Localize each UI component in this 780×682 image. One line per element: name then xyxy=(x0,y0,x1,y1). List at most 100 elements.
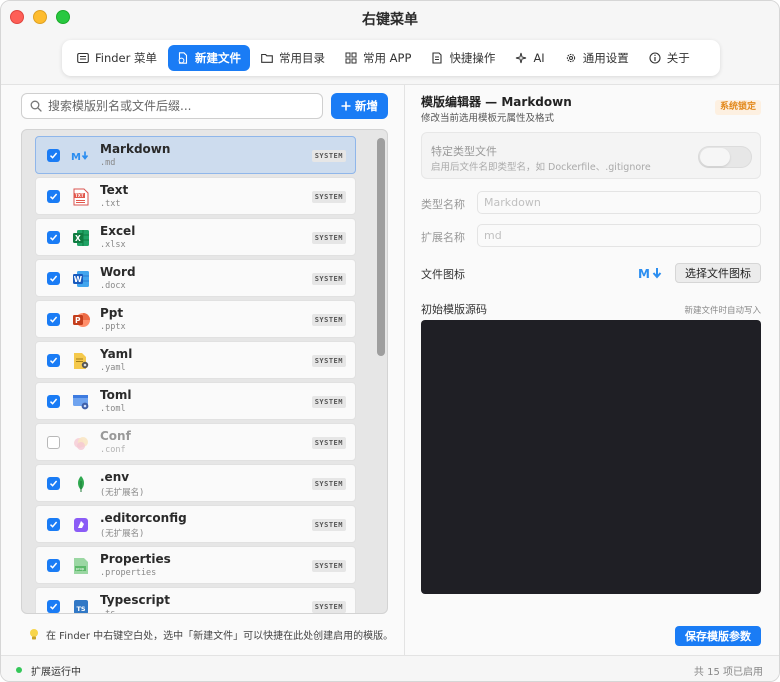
finder-menu-icon xyxy=(77,52,89,64)
source-label: 初始模版源码 xyxy=(421,303,487,316)
tab-folder[interactable]: 常用目录 xyxy=(252,45,334,71)
status-bar: 扩展运行中 共 15 项已启用 xyxy=(1,655,779,681)
specific-type-subtitle: 启用后文件名即类型名，如 Dockerfile、.gitignore xyxy=(431,162,651,173)
tab-label: Finder 菜单 xyxy=(95,51,158,65)
enable-checkbox[interactable] xyxy=(47,518,60,531)
word-icon: W xyxy=(71,269,91,289)
typescript-icon: TS xyxy=(71,597,91,613)
choose-file-icon-button[interactable]: 选择文件图标 xyxy=(675,263,761,283)
tab-label: 关于 xyxy=(666,51,690,65)
svg-text:TXT: TXT xyxy=(75,193,84,198)
properties-icon: prop xyxy=(71,556,91,576)
enable-checkbox[interactable] xyxy=(47,149,60,162)
apps-grid-icon xyxy=(345,52,357,64)
system-badge: SYSTEM xyxy=(311,232,346,244)
template-extension: .md xyxy=(100,158,116,168)
template-row[interactable]: .editorconfig (无扩展名) SYSTEM xyxy=(35,505,356,543)
folder-icon xyxy=(261,52,273,64)
app-window: 右键菜单 Finder 菜单 新建文件 常用目录 常用 APP 快捷操作 AI 通用设置 关于… xyxy=(0,0,780,682)
enabled-count: 共 15 项已启用 xyxy=(693,667,763,678)
env-leaf-icon xyxy=(71,474,91,494)
tab-info[interactable]: 关于 xyxy=(640,45,699,71)
search-input[interactable] xyxy=(48,99,308,113)
template-row[interactable]: M Markdown .md SYSTEM xyxy=(35,136,356,174)
system-badge: SYSTEM xyxy=(311,191,346,203)
svg-text:M: M xyxy=(71,152,81,162)
tab-label: 常用目录 xyxy=(279,51,326,65)
add-template-button[interactable]: 新增 xyxy=(331,93,388,119)
template-extension: .toml xyxy=(100,404,126,414)
template-row[interactable]: X Excel .xlsx SYSTEM xyxy=(35,218,356,256)
template-row[interactable]: prop Properties .properties SYSTEM xyxy=(35,546,356,584)
template-name: Typescript xyxy=(100,593,170,607)
template-row[interactable]: Toml .toml SYSTEM xyxy=(35,382,356,420)
yaml-icon xyxy=(71,351,91,371)
template-name: Markdown xyxy=(100,142,171,156)
editor-subtitle: 修改当前选用模板元属性及格式 xyxy=(421,113,555,124)
conf-icon xyxy=(71,433,91,453)
enable-checkbox[interactable] xyxy=(47,436,60,449)
tab-gear[interactable]: 通用设置 xyxy=(556,45,638,71)
template-row[interactable]: Conf .conf SYSTEM xyxy=(35,423,356,461)
enable-checkbox[interactable] xyxy=(47,600,60,613)
enable-checkbox[interactable] xyxy=(47,231,60,244)
info-icon xyxy=(649,52,661,64)
file-icon-label: 文件图标 xyxy=(421,268,465,281)
save-template-button[interactable]: 保存模版参数 xyxy=(675,626,761,646)
enable-checkbox[interactable] xyxy=(47,395,60,408)
type-name-input[interactable] xyxy=(477,191,761,214)
enable-checkbox[interactable] xyxy=(47,272,60,285)
template-row[interactable]: W Word .docx SYSTEM xyxy=(35,259,356,297)
toolbar: Finder 菜单 新建文件 常用目录 常用 APP 快捷操作 AI 通用设置 关于 xyxy=(1,33,779,85)
svg-text:W: W xyxy=(74,275,83,284)
search-icon xyxy=(30,100,42,112)
template-row[interactable]: TS Typescript .ts SYSTEM xyxy=(35,587,356,613)
ext-name-input[interactable] xyxy=(477,224,761,247)
tab-quick-action[interactable]: 快捷操作 xyxy=(422,45,504,71)
excel-icon: X xyxy=(71,228,91,248)
template-extension: (无扩展名) xyxy=(100,488,145,498)
template-row[interactable]: P Ppt .pptx SYSTEM xyxy=(35,300,356,338)
template-name: .editorconfig xyxy=(100,511,187,525)
template-list-panel: 新增 TS Typescript .ts SYSTEM prop Properties .p… xyxy=(1,85,405,655)
enable-checkbox[interactable] xyxy=(47,313,60,326)
tab-apps-grid[interactable]: 常用 APP xyxy=(336,45,420,71)
scrollbar-thumb[interactable] xyxy=(377,138,385,356)
window-title: 右键菜单 xyxy=(362,12,418,28)
search-box[interactable] xyxy=(21,93,323,119)
svg-text:X: X xyxy=(75,234,81,243)
markdown-icon: M xyxy=(71,146,91,166)
enable-checkbox[interactable] xyxy=(47,354,60,367)
svg-text:P: P xyxy=(75,316,81,325)
system-badge: SYSTEM xyxy=(311,519,346,531)
template-name: .env xyxy=(100,470,130,484)
tab-finder-menu[interactable]: Finder 菜单 xyxy=(68,45,166,71)
hint: 在 Finder 中右键空白处，选中「新建文件」可以快捷在此处创建启用的模版。 xyxy=(28,627,393,642)
template-list[interactable]: TS Typescript .ts SYSTEM prop Properties .prop… xyxy=(21,129,388,614)
template-source-editor[interactable] xyxy=(421,320,761,594)
specific-type-toggle[interactable] xyxy=(698,146,752,168)
enable-checkbox[interactable] xyxy=(47,190,60,203)
template-row[interactable]: Yaml .yaml SYSTEM xyxy=(35,341,356,379)
quick-action-icon xyxy=(431,52,443,64)
template-row[interactable]: .env (无扩展名) SYSTEM xyxy=(35,464,356,502)
source-note: 新建文件时自动写入 xyxy=(684,306,761,316)
template-row[interactable]: TXT Text .txt SYSTEM xyxy=(35,177,356,215)
template-name: Word xyxy=(100,265,136,279)
system-badge: SYSTEM xyxy=(311,601,346,613)
enable-checkbox[interactable] xyxy=(47,559,60,572)
tab-bar: Finder 菜单 新建文件 常用目录 常用 APP 快捷操作 AI 通用设置 关于 xyxy=(62,40,720,76)
enable-checkbox[interactable] xyxy=(47,477,60,490)
lightbulb-icon xyxy=(30,629,38,640)
system-badge: SYSTEM xyxy=(311,560,346,572)
tab-new-file[interactable]: 新建文件 xyxy=(168,45,251,71)
title-bar: 右键菜单 xyxy=(1,1,779,33)
sparkle-icon xyxy=(515,52,527,64)
tab-label: AI xyxy=(533,51,545,65)
tab-sparkle[interactable]: AI xyxy=(506,45,553,71)
scrollbar[interactable] xyxy=(375,136,385,608)
template-extension: .yaml xyxy=(100,363,126,373)
specific-type-card: 特定类型文件 启用后文件名即类型名，如 Dockerfile、.gitignor… xyxy=(421,132,761,179)
toml-icon xyxy=(71,392,91,412)
specific-type-title: 特定类型文件 xyxy=(431,145,497,158)
